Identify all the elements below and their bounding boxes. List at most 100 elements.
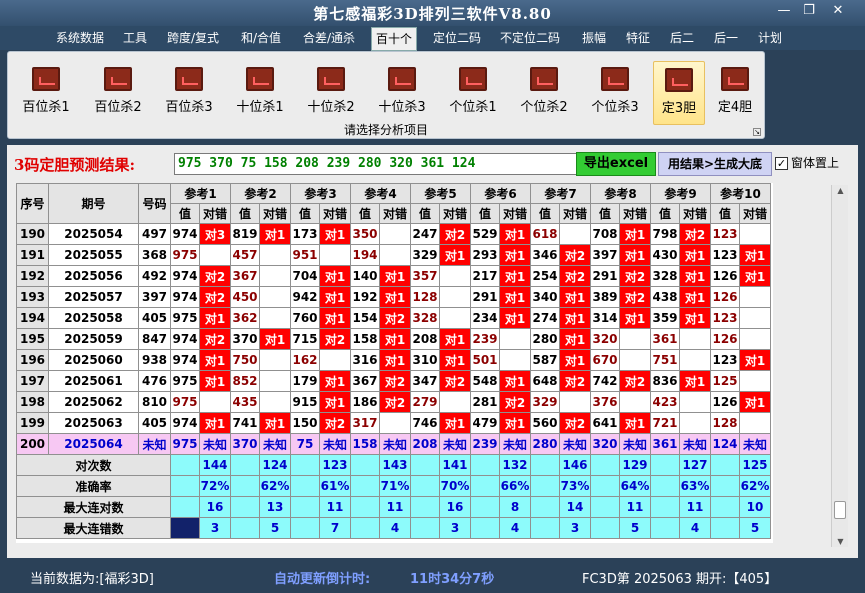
scroll-down-icon[interactable]: ▼ — [832, 537, 849, 546]
menu-pos-two[interactable]: 定位二码 — [433, 29, 481, 47]
fix-3-gallbladder-button[interactable]: 定3胆 — [653, 61, 705, 125]
stats-spacer-cell — [230, 475, 260, 497]
table-row[interactable]: 195 2025059 847 974 对2 370 对1 715 对2 158 对1 208 对1 23… — [16, 328, 771, 350]
stats-label: 对次数 — [16, 454, 171, 476]
value-cell: 715 — [290, 328, 320, 350]
seq-cell: 200 — [16, 433, 49, 455]
minimize-button[interactable]: — — [772, 2, 796, 20]
table-row[interactable]: 196 2025060 938 974 对1 750 162 316 对1 310 对1 501 587… — [16, 349, 771, 371]
fix-4-gallbladder-button[interactable]: 定4胆 — [709, 61, 761, 125]
period-cell: 2025063 — [48, 412, 139, 434]
value-cell: 239 — [470, 433, 500, 455]
menu-tools[interactable]: 工具 — [123, 29, 147, 47]
value-cell: 389 — [590, 286, 620, 308]
table-row[interactable]: 197 2025061 476 975 对1 852 179 对1 367 对2 347 对2 548 对… — [16, 370, 771, 392]
menu-bar: 系统数据 工具 跨度/复式 和/合值 合差/通杀 百十个 定位二码 不定位二码 … — [0, 26, 865, 51]
issue-text: FC3D第 2025063 期开:【405】 — [582, 572, 778, 587]
title-bar: 第七感福彩3D排列三软件V8.80 — ❐ ✕ — [0, 0, 865, 26]
stats-spacer-cell — [530, 475, 560, 497]
period-cell: 2025062 — [48, 391, 139, 413]
kill-hundred-1-button[interactable]: 百位杀1 — [15, 61, 77, 125]
stats-label: 最大连对数 — [16, 496, 171, 518]
header-ref: 参考10 — [710, 183, 771, 204]
countdown-value: 11时34分7秒 — [410, 572, 495, 587]
pending-row[interactable]: 200 2025064 未知 975 未知 370 未知 75 未知 158 未知 208 未知 239 未… — [16, 433, 771, 455]
menu-hundred-ten-one[interactable]: 百十个 — [371, 27, 418, 51]
value-cell: 75 — [290, 433, 320, 455]
stay-on-top-option[interactable]: ✓ 窗体置上 — [775, 154, 839, 171]
stay-on-top-checkbox[interactable]: ✓ — [775, 157, 788, 170]
export-excel-button[interactable]: 导出excel — [576, 152, 656, 176]
generate-base-button[interactable]: 用结果>生成大底 — [658, 152, 772, 176]
chart-icon — [317, 67, 345, 91]
value-cell: 124 — [710, 433, 740, 455]
number-cell: 938 — [138, 349, 171, 371]
menu-feature[interactable]: 特征 — [626, 29, 650, 47]
menu-last-one[interactable]: 后一 — [714, 29, 738, 47]
value-cell: 158 — [350, 433, 380, 455]
restore-button[interactable]: ❐ — [797, 2, 821, 20]
check-cell: 对1 — [679, 370, 711, 392]
value-cell: 648 — [530, 370, 560, 392]
menu-sum[interactable]: 和/合值 — [241, 29, 281, 47]
kill-hundred-2-button[interactable]: 百位杀2 — [87, 61, 149, 125]
check-cell: 对2 — [499, 391, 531, 413]
table-row[interactable]: 191 2025055 368 975 457 951 194 329 对1 293 对1 346 对2… — [16, 244, 771, 266]
check-cell — [559, 223, 591, 245]
stats-value-cell: 72% — [199, 475, 231, 497]
stats-spacer-cell — [170, 475, 200, 497]
table-row[interactable]: 198 2025062 810 975 435 915 对1 186 对2 279 281 对2 329… — [16, 391, 771, 413]
check-cell: 对2 — [619, 286, 651, 308]
menu-last-two[interactable]: 后二 — [670, 29, 694, 47]
table-row[interactable]: 199 2025063 405 974 对1 741 对1 150 对2 317 746 对1 479 对… — [16, 412, 771, 434]
value-cell: 974 — [170, 265, 200, 287]
prediction-result-field[interactable]: 975 370 75 158 208 239 280 320 361 124 — [174, 153, 582, 175]
check-cell: 对1 — [619, 223, 651, 245]
menu-system-data[interactable]: 系统数据 — [56, 29, 104, 47]
stats-spacer-cell — [650, 496, 680, 518]
check-cell — [679, 412, 711, 434]
kill-one-1-button[interactable]: 个位杀1 — [442, 61, 504, 125]
check-cell: 对1 — [679, 244, 711, 266]
menu-span[interactable]: 跨度/复式 — [167, 29, 219, 47]
kill-ten-3-button[interactable]: 十位杀3 — [371, 61, 433, 125]
check-cell — [259, 349, 291, 371]
stats-value-cell: 62% — [739, 475, 771, 497]
header-check: 对错 — [199, 203, 231, 224]
menu-nonpos-two[interactable]: 不定位二码 — [500, 29, 560, 47]
close-button[interactable]: ✕ — [826, 2, 850, 20]
menu-diff[interactable]: 合差/通杀 — [303, 29, 355, 47]
table-row[interactable]: 190 2025054 497 974 对3 819 对1 173 对1 350 247 对2 529 对… — [16, 223, 771, 245]
check-cell: 对1 — [199, 370, 231, 392]
scroll-up-icon[interactable]: ▲ — [832, 186, 849, 195]
check-cell: 未知 — [199, 433, 231, 455]
check-cell: 未知 — [379, 433, 411, 455]
menu-amplitude[interactable]: 振幅 — [582, 29, 606, 47]
expand-corner-icon[interactable]: ↘ — [753, 128, 761, 136]
header-number: 号码 — [138, 183, 171, 224]
table-row[interactable]: 193 2025057 397 974 对2 450 942 对1 192 对1 128 291 对1 3… — [16, 286, 771, 308]
kill-one-2-button[interactable]: 个位杀2 — [513, 61, 575, 125]
kill-ten-2-button[interactable]: 十位杀2 — [300, 61, 362, 125]
period-cell: 2025055 — [48, 244, 139, 266]
menu-plan[interactable]: 计划 — [758, 29, 782, 47]
stats-value-cell: 11 — [679, 496, 711, 518]
period-cell: 2025054 — [48, 223, 139, 245]
value-cell: 951 — [290, 244, 320, 266]
check-cell — [199, 244, 231, 266]
chart-icon — [601, 67, 629, 91]
check-cell: 未知 — [499, 433, 531, 455]
stats-value-cell: 62% — [259, 475, 291, 497]
kill-ten-1-button[interactable]: 十位杀1 — [229, 61, 291, 125]
header-check: 对错 — [439, 203, 471, 224]
check-cell: 对1 — [379, 286, 411, 308]
vertical-scrollbar[interactable]: ▲ ▼ — [831, 185, 848, 547]
check-cell: 对1 — [199, 349, 231, 371]
table-row[interactable]: 194 2025058 405 975 对1 362 760 对1 154 对2 328 234 对1 2… — [16, 307, 771, 329]
check-cell — [739, 307, 771, 329]
stay-on-top-label: 窗体置上 — [791, 156, 840, 170]
scroll-thumb[interactable] — [834, 501, 846, 519]
table-row[interactable]: 192 2025056 492 974 对2 367 704 对1 140 对1 357 217 对1 2… — [16, 265, 771, 287]
kill-one-3-button[interactable]: 个位杀3 — [584, 61, 646, 125]
kill-hundred-3-button[interactable]: 百位杀3 — [158, 61, 220, 125]
